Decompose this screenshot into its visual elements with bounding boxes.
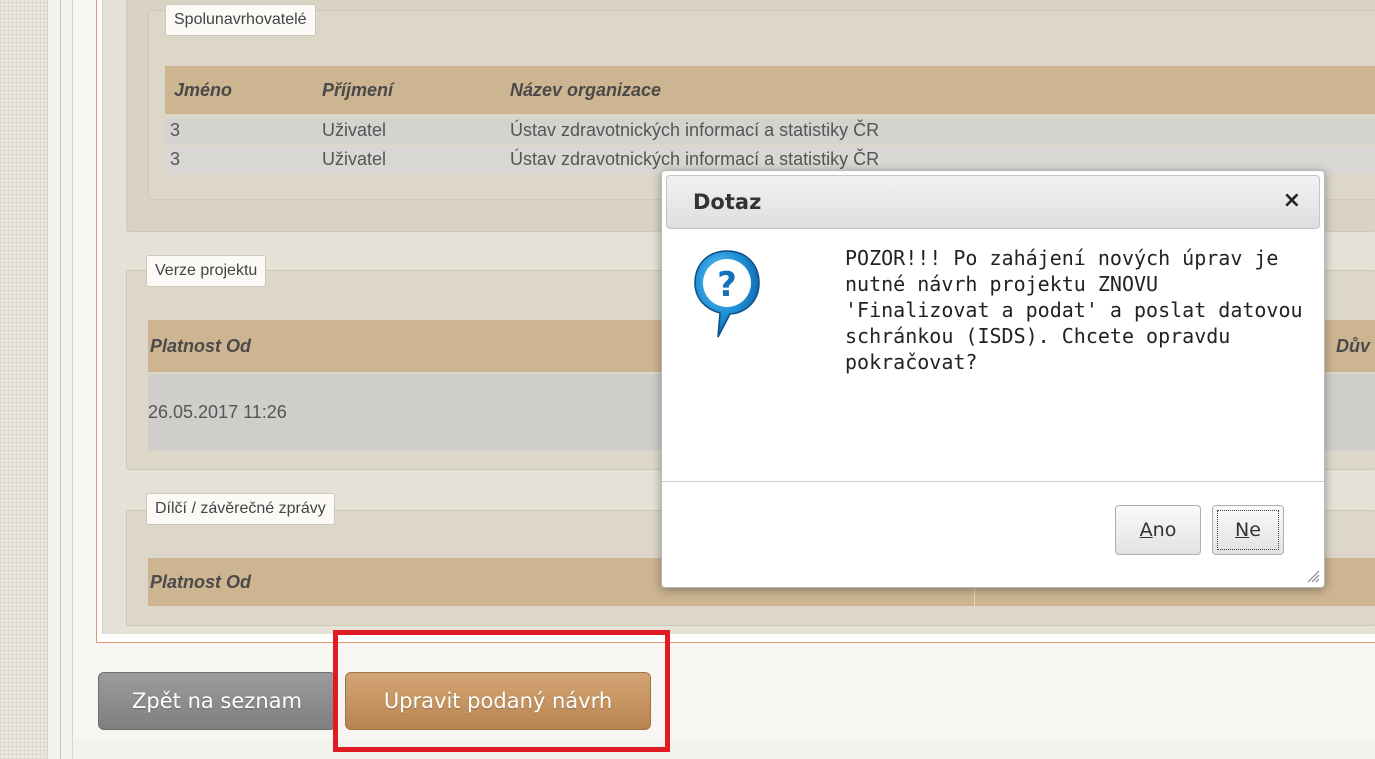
no-label: e: [1249, 519, 1261, 541]
table-cell: Ústav zdravotnických informací a statist…: [510, 149, 880, 169]
yes-label: no: [1152, 519, 1177, 541]
table-cell: 3: [170, 120, 181, 140]
column-header-reason[interactable]: Dův: [1336, 336, 1370, 357]
table-cell: Ústav zdravotnických informací a statist…: [510, 120, 880, 140]
table-cell: 26.05.2017 11:26: [148, 402, 287, 422]
column-header-valid-from[interactable]: Platnost Od: [150, 572, 251, 593]
yes-button[interactable]: Ano: [1115, 505, 1201, 555]
coproposers-legend: Spolunavrhovatelé: [165, 4, 316, 36]
column-header-first-name[interactable]: Jméno: [174, 80, 232, 101]
close-icon[interactable]: ×: [1283, 190, 1301, 212]
column-header-organization[interactable]: Název organizace: [510, 80, 661, 101]
dialog-titlebar[interactable]: Dotaz ×: [666, 175, 1320, 229]
frame-divider: [60, 0, 61, 759]
yes-accesskey: A: [1139, 519, 1153, 541]
confirm-dialog: Dotaz × ? POZOR!!! Po zahájení nových úp…: [661, 170, 1325, 588]
table-cell: Uživatel: [322, 149, 387, 169]
dialog-message: POZOR!!! Po zahájení nových úprav je nut…: [845, 246, 1303, 374]
no-accesskey: N: [1235, 519, 1250, 541]
versions-legend: Verze projektu: [146, 255, 267, 287]
column-header-valid-from[interactable]: Platnost Od: [150, 336, 251, 357]
reports-legend: Dílčí / závěrečné zprávy: [146, 493, 335, 525]
question-icon: ?: [694, 249, 760, 339]
table-cell: 3: [170, 149, 181, 169]
no-button[interactable]: Ne: [1212, 505, 1284, 555]
dialog-divider: [662, 481, 1324, 482]
highlight-annotation: [333, 630, 670, 752]
column-header-last-name[interactable]: Příjmení: [322, 80, 393, 101]
resize-handle-icon[interactable]: [1304, 567, 1320, 583]
table-cell: Uživatel: [322, 120, 387, 140]
back-to-list-button[interactable]: Zpět na seznam: [98, 672, 336, 730]
svg-text:?: ?: [717, 265, 737, 305]
dialog-title: Dotaz: [693, 190, 762, 214]
left-decorative-strip: [0, 0, 48, 759]
